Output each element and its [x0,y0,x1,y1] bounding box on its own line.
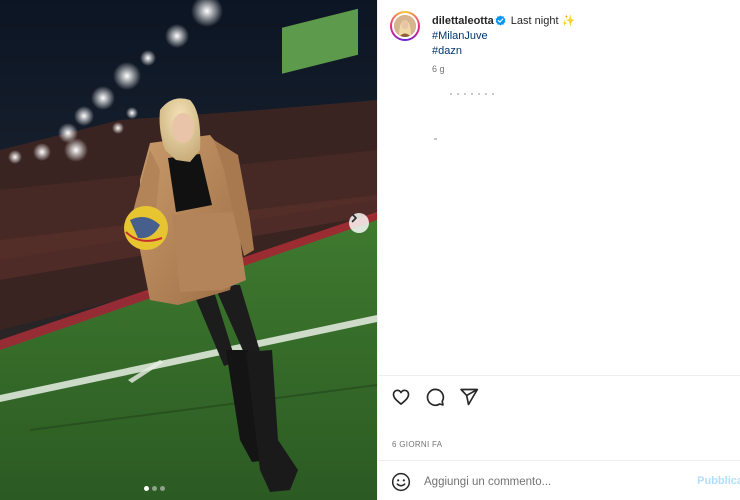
avatar[interactable] [390,11,420,41]
heart-icon [392,389,410,405]
stadium-photo [0,0,377,500]
avatar-image [392,13,418,39]
carousel-dots [144,486,165,491]
faded-text-line [450,93,498,95]
comment-button[interactable] [424,386,446,408]
username-link[interactable]: dilettaleotta [432,15,494,27]
like-button[interactable] [390,386,412,408]
divider [378,460,740,461]
verified-badge-icon [495,15,506,26]
share-button[interactable] [458,386,480,408]
comment-bubble-icon [426,388,445,407]
post-details-panel: dilettaleotta Last night ✨ #MilanJuve #d… [377,0,740,500]
carousel-dot [152,486,157,491]
hashtag-link[interactable]: #MilanJuve [432,29,722,44]
caption-text: Last night [510,15,559,27]
comment-input[interactable] [424,476,709,488]
paper-plane-icon [460,388,479,406]
carousel-dot [144,486,149,491]
publish-button[interactable]: Pubblica [697,475,740,487]
post-actions [390,386,480,408]
comment-form: Pubblica [390,470,740,494]
divider [378,375,740,376]
post-age[interactable]: 6 g [432,64,445,74]
sparkles-emoji: ✨ [561,15,576,27]
carousel-dot [160,486,165,491]
post-date[interactable]: 6 GIORNI FA [392,440,442,449]
hashtag-link[interactable]: #dazn [432,44,722,59]
carousel-next-button[interactable] [349,213,369,233]
smiley-icon [391,472,411,492]
faded-text-mark [434,138,437,140]
chevron-right-icon [351,213,357,223]
emoji-picker-button[interactable] [390,471,412,493]
post-photo[interactable] [0,0,377,500]
post-caption: dilettaleotta Last night ✨ #MilanJuve #d… [432,14,722,59]
